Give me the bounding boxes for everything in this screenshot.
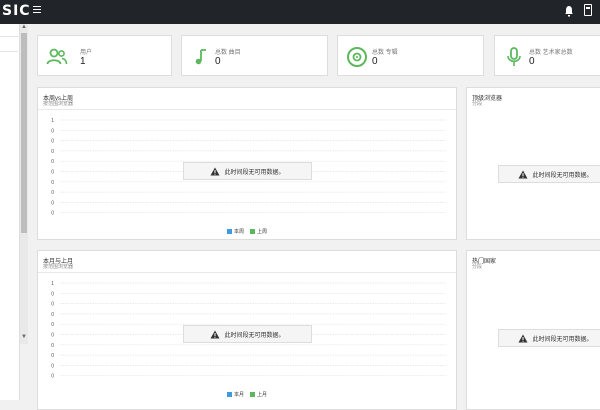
user-menu-icon[interactable] bbox=[584, 4, 592, 16]
y-tick-label: 0 bbox=[51, 343, 54, 349]
music-note-icon bbox=[195, 49, 206, 65]
no-data-text: 此时间段无可用数据。 bbox=[532, 172, 593, 179]
stat-card-artists: 总数 艺术家总数 0 bbox=[494, 35, 600, 76]
legend-label: 本月 bbox=[234, 392, 245, 398]
y-tick-label: 0 bbox=[51, 302, 54, 308]
panel-subtitle: 按范围浏览器 bbox=[43, 264, 74, 270]
app-brand[interactable]: SIC bbox=[2, 3, 31, 19]
y-tick-label: 0 bbox=[51, 159, 54, 165]
y-tick-label: 1 bbox=[51, 281, 54, 287]
chart-legend: 本月 上月 bbox=[227, 391, 267, 398]
stat-label: 总数 曲目 bbox=[215, 50, 241, 56]
panel-subtitle: 分段 bbox=[472, 101, 483, 107]
legend-swatch bbox=[227, 229, 232, 235]
y-tick-label: 0 bbox=[51, 190, 54, 196]
users-icon bbox=[46, 48, 68, 65]
stat-label: 总数 专辑 bbox=[372, 50, 398, 56]
y-tick-label: 0 bbox=[51, 139, 54, 145]
y-tick-label: 0 bbox=[51, 128, 54, 134]
panel-top-browsers: 顶级浏览器 分段 此时间段无可用数据。 bbox=[466, 87, 600, 240]
stat-label: 总数 艺术家总数 bbox=[529, 50, 573, 56]
legend-swatch bbox=[250, 392, 256, 398]
y-tick-label: 0 bbox=[51, 363, 54, 369]
warning-icon bbox=[518, 334, 528, 342]
scroll-up-icon[interactable]: ▲ bbox=[21, 24, 27, 30]
legend-item[interactable]: 上月 bbox=[250, 391, 267, 398]
panel-top-countries: 热门国家 分段 此时间段无可用数据。 bbox=[466, 250, 600, 410]
y-tick-label: 0 bbox=[51, 322, 54, 328]
sidebar-item-active[interactable] bbox=[0, 36, 18, 52]
legend-label: 上月 bbox=[257, 392, 268, 398]
microphone-icon bbox=[507, 47, 521, 66]
panel-week-comparison: 本周vs上周 按范围浏览器 1000000000 此时间段无可用数据。 本周 上… bbox=[37, 87, 457, 240]
no-data-message: 此时间段无可用数据。 bbox=[183, 325, 312, 343]
no-data-text: 此时间段无可用数据。 bbox=[224, 332, 285, 339]
stat-value: 1 bbox=[80, 56, 86, 67]
legend-swatch bbox=[227, 392, 232, 398]
y-tick-label: 0 bbox=[51, 353, 54, 359]
legend-label: 本周 bbox=[234, 229, 245, 235]
stat-card-tracks: 总数 曲目 0 bbox=[181, 35, 328, 76]
menu-toggle-icon[interactable] bbox=[33, 6, 41, 16]
no-data-message: 此时间段无可用数据。 bbox=[498, 165, 600, 183]
y-tick-label: 0 bbox=[51, 211, 54, 217]
chart-legend: 本周 上周 bbox=[227, 228, 267, 235]
warning-icon bbox=[518, 170, 528, 178]
stat-label: 用户 bbox=[80, 50, 93, 56]
stat-value: 0 bbox=[215, 56, 221, 67]
no-data-message: 此时间段无可用数据。 bbox=[183, 162, 312, 180]
y-tick-label: 0 bbox=[51, 291, 54, 297]
legend-item[interactable]: 上周 bbox=[250, 228, 267, 235]
stat-card-users: 用户 1 bbox=[37, 35, 172, 76]
disc-icon bbox=[347, 47, 367, 67]
y-tick-label: 0 bbox=[51, 200, 54, 206]
no-data-text: 此时间段无可用数据。 bbox=[224, 169, 285, 176]
warning-icon bbox=[210, 330, 220, 338]
y-tick-label: 0 bbox=[51, 312, 54, 318]
y-tick-label: 0 bbox=[51, 149, 54, 155]
stat-card-albums: 总数 专辑 0 bbox=[337, 35, 484, 76]
y-tick-label: 0 bbox=[51, 180, 54, 186]
scrollbar-thumb[interactable] bbox=[21, 33, 27, 233]
y-tick-label: 0 bbox=[51, 170, 54, 176]
legend-label: 上周 bbox=[257, 229, 268, 235]
scroll-down-icon[interactable]: ▼ bbox=[21, 334, 27, 340]
no-data-message: 此时间段无可用数据。 bbox=[498, 329, 600, 347]
bell-icon[interactable] bbox=[564, 5, 574, 17]
panel-month-comparison: 本月与上月 按范围浏览器 1000000000 此时间段无可用数据。 本月 上月 bbox=[37, 250, 457, 410]
legend-item[interactable]: 本月 bbox=[227, 391, 244, 398]
stat-value: 0 bbox=[372, 56, 378, 67]
panel-subtitle: 按范围浏览器 bbox=[43, 101, 74, 107]
warning-icon bbox=[210, 167, 220, 175]
sidebar bbox=[0, 24, 20, 400]
y-tick-label: 0 bbox=[51, 374, 54, 380]
panel-subtitle: 分段 bbox=[472, 264, 483, 270]
legend-swatch bbox=[250, 229, 256, 235]
y-tick-label: 0 bbox=[51, 333, 54, 339]
y-tick-label: 1 bbox=[51, 118, 54, 124]
sidebar-scrollbar[interactable]: ▲ ▼ bbox=[20, 24, 28, 344]
top-navbar: SIC bbox=[0, 0, 600, 24]
stat-value: 0 bbox=[529, 56, 535, 67]
legend-item[interactable]: 本周 bbox=[227, 228, 244, 235]
no-data-text: 此时间段无可用数据。 bbox=[532, 336, 593, 343]
